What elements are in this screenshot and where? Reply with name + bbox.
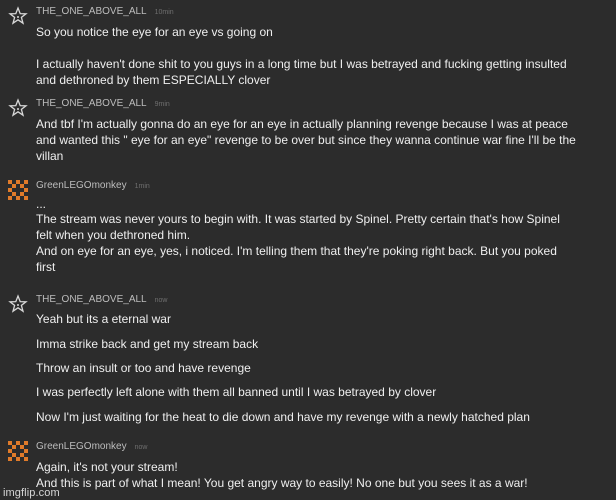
comment-text-line: And on eye for an eye, yes, i noticed. I…: [36, 244, 557, 258]
comment-text-line: first: [36, 260, 56, 274]
username-link[interactable]: THE_ONE_ABOVE_ALL: [36, 294, 147, 305]
comment-text-line: I actually haven't done shit to you guys…: [36, 57, 567, 71]
username-link[interactable]: GreenLEGOmonkey: [36, 441, 127, 452]
star-outline-icon[interactable]: [8, 98, 28, 118]
star-outline-icon[interactable]: [8, 294, 28, 314]
timestamp: now: [134, 444, 148, 451]
comment-text-line: felt when you dethroned him.: [36, 228, 191, 242]
pixel-avatar-icon[interactable]: [8, 441, 28, 461]
comment-text-line: Throw an insult or too and have revenge: [36, 361, 251, 375]
comment-text-line: Yeah but its a eternal war: [36, 312, 171, 326]
star-outline-icon[interactable]: [8, 6, 28, 26]
comment-text-line: and dethroned by them ESPECIALLY clover: [36, 73, 271, 87]
pixel-avatar-icon[interactable]: [8, 180, 28, 200]
username-link[interactable]: THE_ONE_ABOVE_ALL: [36, 6, 147, 17]
comment-header: THE_ONE_ABOVE_ALL now: [36, 294, 167, 307]
comment-header: GreenLEGOmonkey 1min: [36, 180, 150, 193]
comment-text-line: So you notice the eye for an eye vs goin…: [36, 25, 273, 39]
comment-text-line: Again, it's not your stream!: [36, 460, 178, 474]
timestamp: now: [154, 297, 168, 304]
comment-text-line: Imma strike back and get my stream back: [36, 337, 259, 351]
comment-header: THE_ONE_ABOVE_ALL 9min: [36, 98, 170, 111]
comment-text-line: And this is part of what I mean! You get…: [36, 476, 528, 490]
comment-text-line: I was perfectly left alone with them all…: [36, 385, 437, 399]
comment-text-line: and wanted this " eye for an eye" reveng…: [36, 133, 576, 147]
comment-text-line: Now I'm just waiting for the heat to die…: [36, 410, 530, 424]
username-link[interactable]: THE_ONE_ABOVE_ALL: [36, 98, 147, 109]
timestamp: 1min: [134, 183, 150, 190]
username-link[interactable]: GreenLEGOmonkey: [36, 180, 127, 191]
comment-text-line: ...: [36, 197, 47, 211]
comment-text-line: villan: [36, 149, 64, 163]
comment-text-line: The stream was never yours to begin with…: [36, 212, 560, 226]
imgflip-watermark: imgflip.com: [3, 487, 60, 499]
comment-header: GreenLEGOmonkey now: [36, 441, 147, 454]
timestamp: 10min: [154, 9, 174, 16]
timestamp: 9min: [154, 101, 170, 108]
comment-header: THE_ONE_ABOVE_ALL 10min: [36, 6, 174, 19]
comment-text-line: And tbf I'm actually gonna do an eye for…: [36, 117, 568, 131]
